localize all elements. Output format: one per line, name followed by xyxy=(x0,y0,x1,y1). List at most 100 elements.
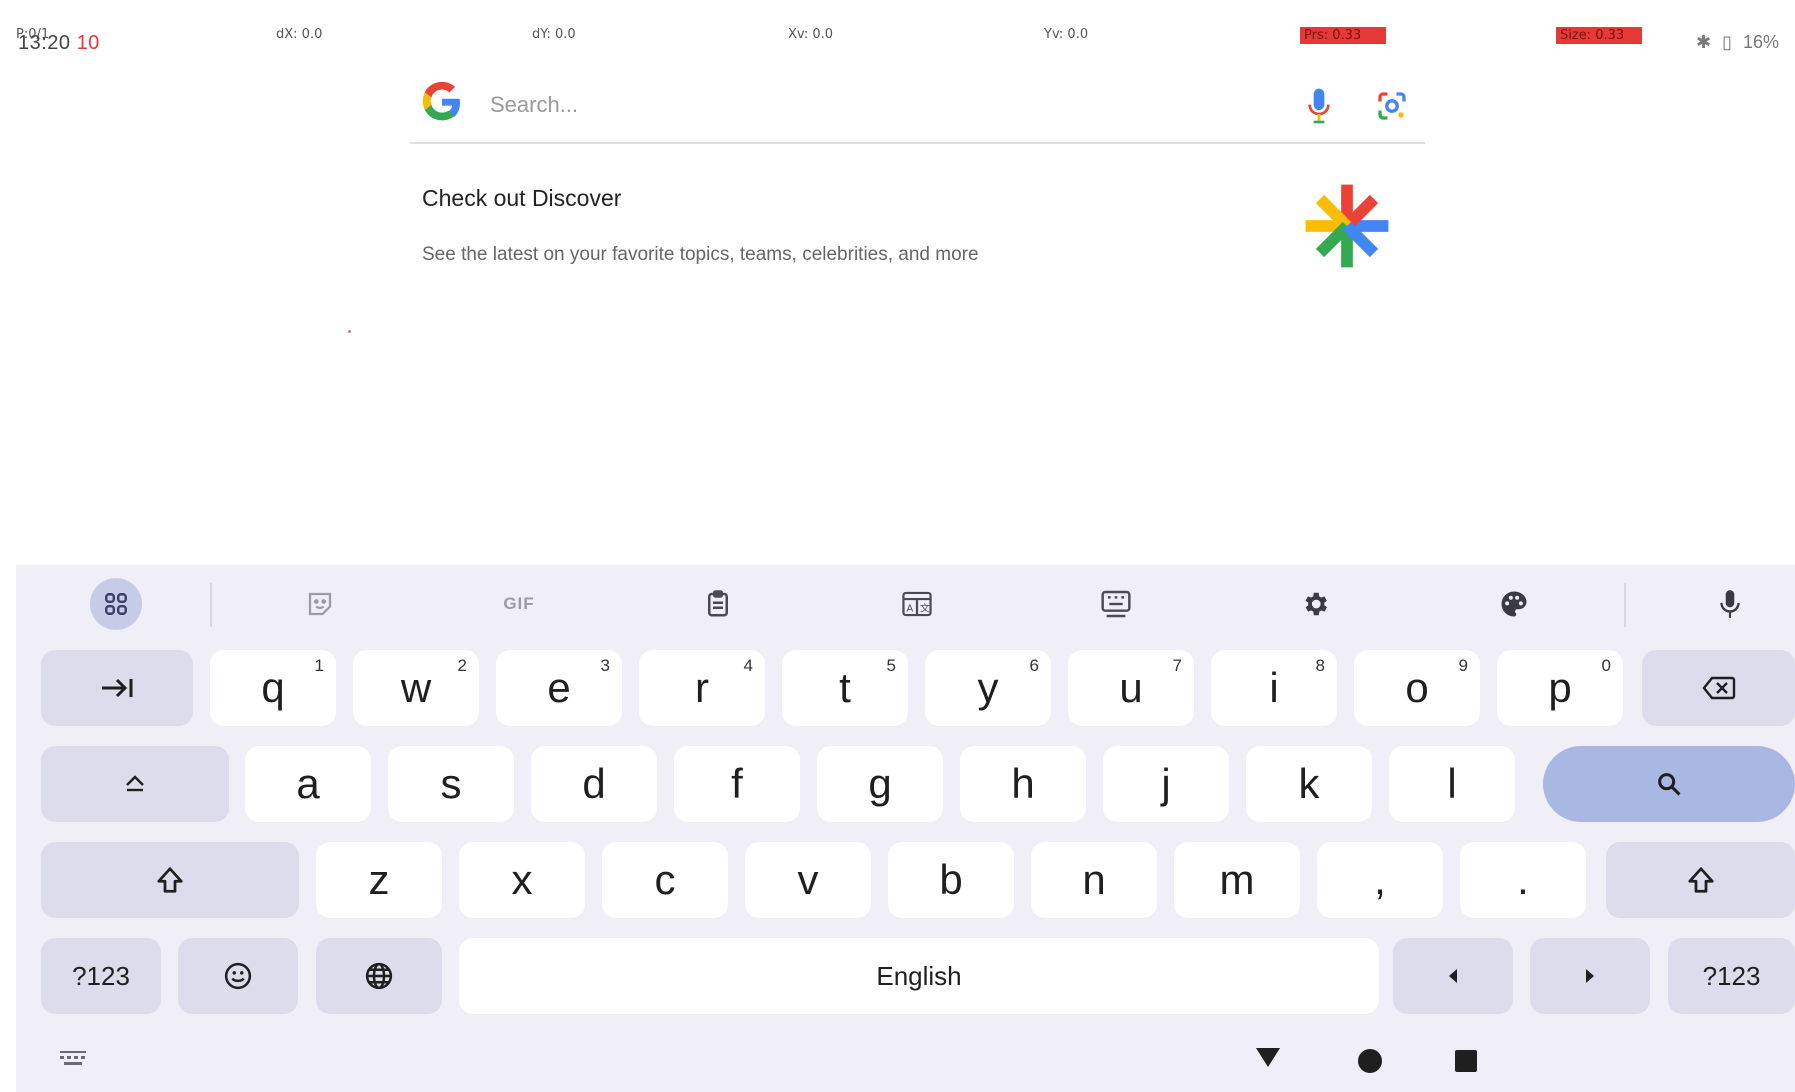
emoji-key[interactable] xyxy=(178,938,298,1014)
bluetooth-icon: ✱ xyxy=(1695,32,1712,52)
key-label: u xyxy=(1119,664,1143,711)
key-label: b xyxy=(939,856,963,903)
key-k[interactable]: k xyxy=(1246,746,1372,822)
key-o[interactable]: o9 xyxy=(1354,650,1480,726)
key-label: n xyxy=(1082,856,1106,903)
translate-icon[interactable]: A文 xyxy=(891,579,943,629)
arrow-left-icon xyxy=(1449,969,1457,983)
navigation-bar xyxy=(16,1025,1795,1092)
svg-text:文: 文 xyxy=(920,601,930,614)
key-d[interactable]: d xyxy=(531,746,657,822)
key-a[interactable]: a xyxy=(245,746,371,822)
key-m[interactable]: m xyxy=(1174,842,1300,918)
search-input[interactable] xyxy=(490,90,1290,120)
search-bar[interactable] xyxy=(410,70,1425,144)
home-nav-icon[interactable] xyxy=(1356,1047,1384,1075)
settings-icon[interactable] xyxy=(1289,579,1341,629)
keyboard-layout-key[interactable] xyxy=(41,746,229,822)
palette-icon[interactable] xyxy=(1488,579,1540,629)
key-hint: 1 xyxy=(314,656,324,675)
key-label: g xyxy=(868,760,892,807)
search-action-key[interactable] xyxy=(1543,746,1795,822)
key-x[interactable]: x xyxy=(459,842,585,918)
key-s[interactable]: s xyxy=(388,746,514,822)
key-z[interactable]: z xyxy=(316,842,442,918)
symbols-key-right[interactable]: ?123 xyxy=(1668,938,1795,1014)
key-t[interactable]: t5 xyxy=(782,650,908,726)
key-label: y xyxy=(977,664,999,711)
key-f[interactable]: f xyxy=(674,746,800,822)
discover-card[interactable]: Check out Discover See the latest on you… xyxy=(420,180,1420,290)
key-b[interactable]: b xyxy=(888,842,1014,918)
google-lens-icon[interactable] xyxy=(1374,88,1410,124)
key-label: z xyxy=(368,856,390,903)
microphone-icon[interactable] xyxy=(1704,579,1756,629)
key-label: t xyxy=(839,664,851,711)
debug-dy: dY: 0.0 xyxy=(532,27,576,42)
notification-count: 10 xyxy=(76,32,100,54)
emoji-icon xyxy=(224,962,252,990)
debug-size: Size: 0.33 xyxy=(1556,27,1642,44)
key-label: j xyxy=(1161,760,1171,807)
discover-title: Check out Discover xyxy=(422,185,622,211)
key-h[interactable]: h xyxy=(960,746,1086,822)
keyboard-switcher-icon[interactable] xyxy=(58,1049,88,1071)
cursor-left-key[interactable] xyxy=(1393,938,1513,1014)
eject-icon xyxy=(126,775,144,792)
key-hint: 2 xyxy=(457,656,467,675)
key-hint: 5 xyxy=(886,656,896,675)
key-e[interactable]: e3 xyxy=(496,650,622,726)
debug-dx: dX: 0.0 xyxy=(276,27,323,42)
key-r[interactable]: r4 xyxy=(639,650,765,726)
voice-search-icon[interactable] xyxy=(1302,86,1336,126)
key-p[interactable]: p0 xyxy=(1497,650,1623,726)
key-c[interactable]: c xyxy=(602,842,728,918)
gif-button[interactable]: GIF xyxy=(493,579,545,629)
key-period[interactable]: . xyxy=(1460,842,1586,918)
globe-icon xyxy=(365,962,393,990)
key-label: v xyxy=(797,856,819,903)
space-key[interactable]: English xyxy=(459,938,1379,1014)
google-logo-icon xyxy=(422,81,460,121)
shift-right-key[interactable] xyxy=(1606,842,1795,918)
key-label: e xyxy=(547,664,571,711)
key-label: a xyxy=(296,760,320,807)
key-w[interactable]: w2 xyxy=(353,650,479,726)
apps-grid-icon[interactable] xyxy=(90,578,142,630)
key-hint: 8 xyxy=(1315,656,1325,675)
key-hint: 3 xyxy=(600,656,610,675)
shift-left-key[interactable] xyxy=(41,842,299,918)
key-hint: 9 xyxy=(1458,656,1468,675)
key-label: h xyxy=(1011,760,1035,807)
key-label: i xyxy=(1269,664,1279,711)
key-label: c xyxy=(654,856,676,903)
key-n[interactable]: n xyxy=(1031,842,1157,918)
floating-keyboard-icon[interactable] xyxy=(1090,579,1142,629)
key-label: w xyxy=(400,664,432,711)
cursor-right-key[interactable] xyxy=(1530,938,1650,1014)
key-i[interactable]: i8 xyxy=(1211,650,1337,726)
key-y[interactable]: y6 xyxy=(925,650,1051,726)
key-g[interactable]: g xyxy=(817,746,943,822)
system-icons: ✱ ▯ 16% xyxy=(1690,32,1779,53)
clipboard-icon[interactable] xyxy=(692,579,744,629)
toolbar-divider xyxy=(1624,583,1626,627)
recents-nav-icon[interactable] xyxy=(1454,1049,1478,1073)
tab-key[interactable] xyxy=(41,650,193,726)
backspace-key[interactable] xyxy=(1642,650,1795,726)
key-comma[interactable]: , xyxy=(1317,842,1443,918)
key-u[interactable]: u7 xyxy=(1068,650,1194,726)
language-key[interactable] xyxy=(316,938,442,1014)
symbols-key-left[interactable]: ?123 xyxy=(41,938,161,1014)
key-l[interactable]: l xyxy=(1389,746,1515,822)
key-j[interactable]: j xyxy=(1103,746,1229,822)
clock: 13:20 10 xyxy=(18,32,100,55)
key-q[interactable]: q1 xyxy=(210,650,336,726)
key-v[interactable]: v xyxy=(745,842,871,918)
key-label: ?123 xyxy=(1702,961,1761,991)
sticker-icon[interactable] xyxy=(294,579,346,629)
space-label: English xyxy=(876,961,962,991)
back-nav-icon[interactable] xyxy=(1254,1045,1282,1069)
svg-text:A: A xyxy=(907,603,914,614)
key-label: q xyxy=(261,664,285,711)
